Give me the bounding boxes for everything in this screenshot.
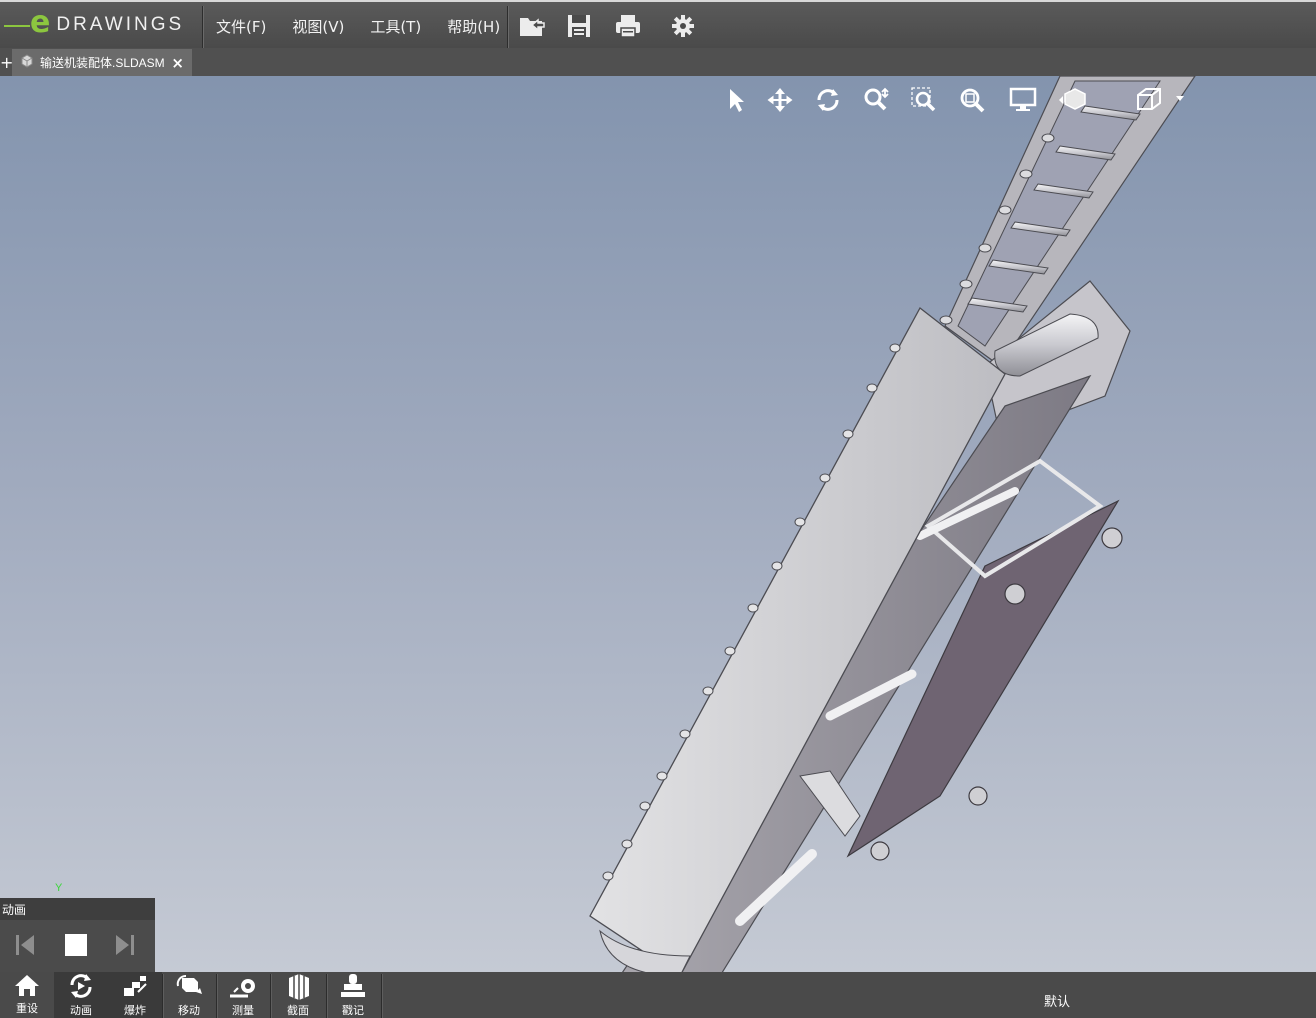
zoom-icon[interactable] bbox=[858, 82, 894, 118]
save-icon[interactable] bbox=[563, 10, 595, 42]
assembly-icon bbox=[20, 53, 34, 72]
animation-button-label: 动画 bbox=[70, 1004, 92, 1017]
logo-e-letter: e bbox=[30, 5, 51, 40]
zoom-to-area-icon[interactable] bbox=[906, 82, 942, 118]
document-tab-bar: + 输送机装配体.SLDASM × bbox=[0, 48, 1316, 76]
title-bar: e DRAWINGS 文件(F) 视图(V) 工具(T) 帮助(H) bbox=[0, 0, 1316, 48]
explode-button-label: 爆炸 bbox=[124, 1004, 146, 1017]
measure-button[interactable]: 测量 bbox=[216, 972, 270, 1018]
menu-tools[interactable]: 工具(T) bbox=[357, 16, 434, 37]
move-component-button[interactable]: 移动 bbox=[162, 972, 216, 1018]
menu-view[interactable]: 视图(V) bbox=[279, 16, 357, 37]
axis-y-label: Y bbox=[55, 882, 63, 894]
section-button[interactable]: 截面 bbox=[271, 972, 325, 1018]
close-tab-icon[interactable]: × bbox=[171, 54, 184, 72]
document-tab[interactable]: 输送机装配体.SLDASM × bbox=[12, 49, 192, 76]
menu-help[interactable]: 帮助(H) bbox=[434, 16, 513, 37]
explode-icon bbox=[124, 976, 147, 996]
animation-panel-title: 动画 bbox=[2, 903, 27, 917]
print-icon[interactable] bbox=[612, 10, 644, 42]
section-button-label: 截面 bbox=[287, 1004, 309, 1017]
open-file-icon[interactable] bbox=[516, 10, 548, 42]
explode-button[interactable]: 爆炸 bbox=[108, 972, 162, 1018]
conveyor-assembly-model bbox=[57, 76, 1196, 972]
configuration-name[interactable]: 默认 bbox=[1044, 991, 1070, 1010]
logo-text: DRAWINGS bbox=[56, 14, 185, 35]
new-tab-button[interactable]: + bbox=[0, 55, 13, 72]
select-arrow-icon[interactable] bbox=[718, 82, 754, 118]
zoom-to-fit-icon[interactable] bbox=[954, 82, 990, 118]
move-component-icon bbox=[176, 975, 202, 994]
animation-icon bbox=[70, 974, 92, 998]
rotate-icon[interactable] bbox=[810, 82, 846, 118]
animation-button[interactable]: 动画 bbox=[54, 972, 108, 1018]
reset-button-label: 重设 bbox=[16, 1002, 38, 1015]
display-mode-icon[interactable] bbox=[1005, 82, 1041, 118]
stop-icon[interactable] bbox=[61, 930, 91, 960]
animation-panel: 动画 bbox=[0, 898, 155, 972]
animation-controls bbox=[0, 920, 155, 972]
document-tab-label: 输送机装配体.SLDASM bbox=[40, 56, 165, 70]
settings-gear-icon[interactable] bbox=[667, 10, 699, 42]
standard-views-icon[interactable] bbox=[1131, 82, 1167, 118]
move-component-label: 移动 bbox=[178, 1004, 200, 1017]
section-icon bbox=[289, 974, 309, 1000]
pan-icon[interactable] bbox=[762, 82, 798, 118]
stamp-button[interactable]: 戳记 bbox=[326, 972, 380, 1018]
menu-bar: 文件(F) 视图(V) 工具(T) 帮助(H) bbox=[203, 2, 513, 50]
stamp-button-label: 戳记 bbox=[342, 1004, 364, 1017]
measure-icon bbox=[230, 979, 255, 998]
stamp-icon bbox=[341, 974, 365, 997]
standard-views-dropdown-arrow[interactable] bbox=[1176, 96, 1184, 101]
measure-button-label: 测量 bbox=[232, 1004, 254, 1017]
hide-show-icon[interactable] bbox=[1054, 82, 1090, 118]
edrawings-logo: e DRAWINGS bbox=[4, 4, 200, 46]
home-icon bbox=[15, 975, 39, 996]
bottom-toolbar: 重设 动画 爆炸 移动 测量 截面 戳记 默认 bbox=[0, 972, 1316, 1018]
menu-file[interactable]: 文件(F) bbox=[203, 16, 279, 37]
3d-viewport[interactable]: Y bbox=[0, 76, 1316, 972]
reset-button[interactable]: 重设 bbox=[0, 972, 54, 1018]
next-frame-icon[interactable] bbox=[110, 930, 140, 960]
previous-frame-icon[interactable] bbox=[10, 930, 40, 960]
